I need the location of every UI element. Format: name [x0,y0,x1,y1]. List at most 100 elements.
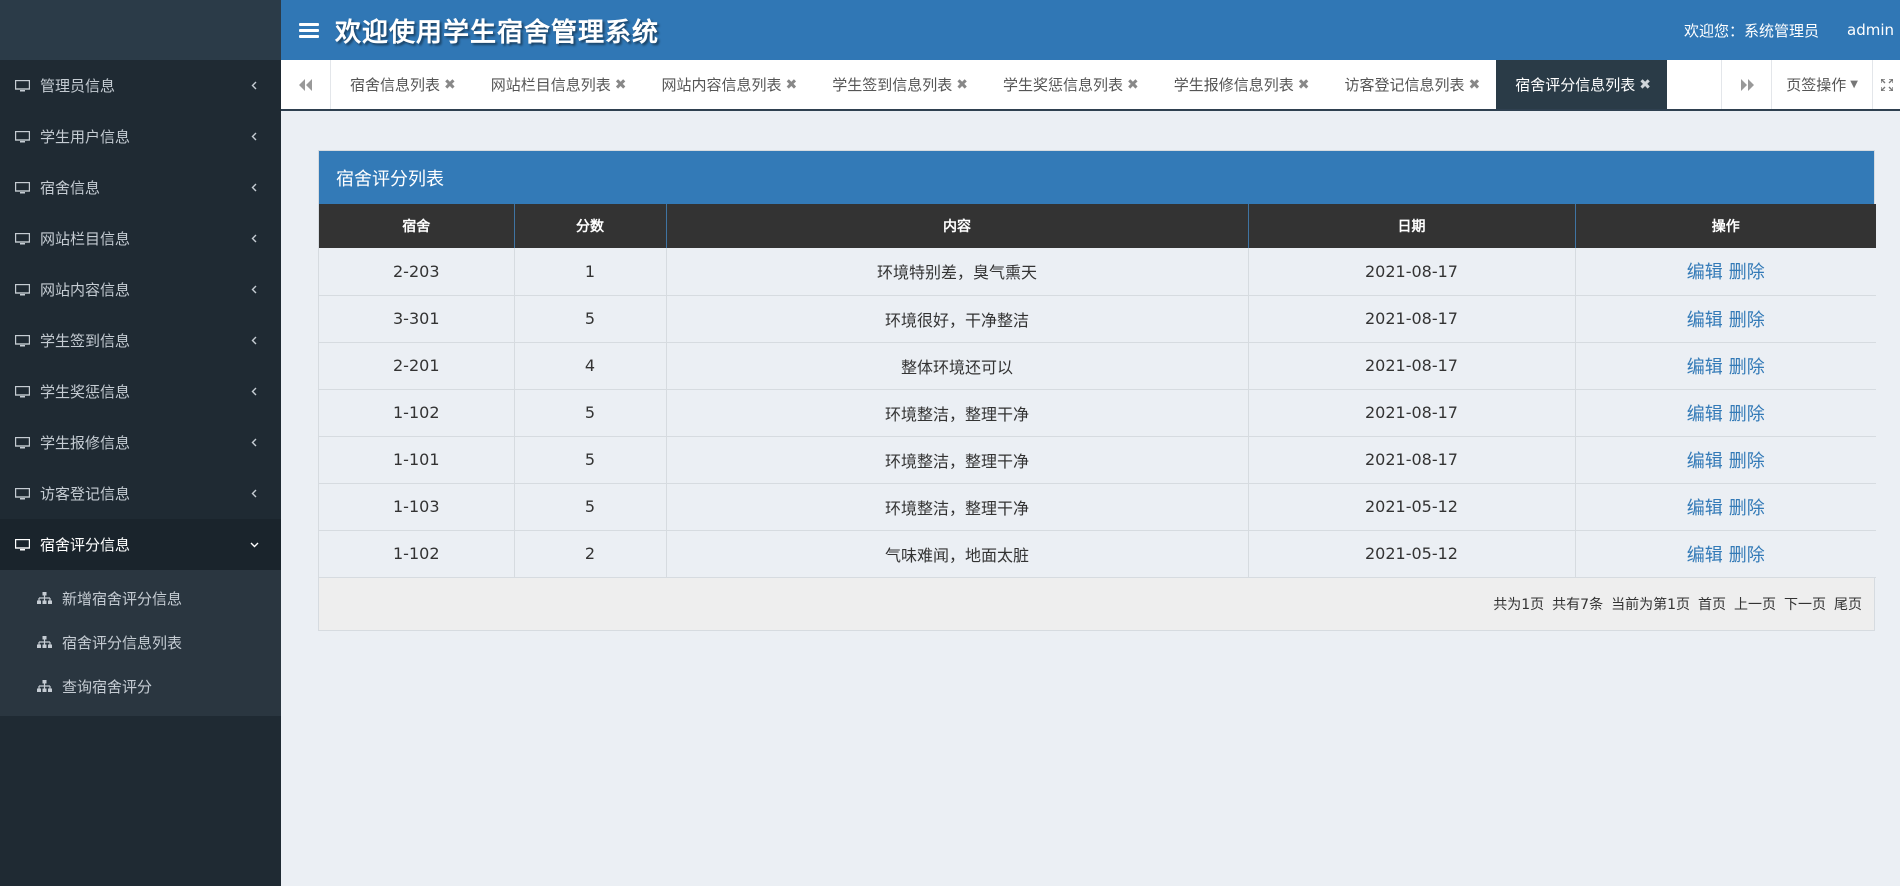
edit-link[interactable]: 编辑 [1687,357,1723,378]
tab-label: 访客登记信息列表 [1344,76,1465,94]
table-row: 1-103 5 环境整洁，整理干净 2021-05-12 编辑 删除 [319,483,1876,531]
close-icon[interactable]: ✖ [1127,77,1139,93]
cell-content: 气味难闻，地面太脏 [666,530,1249,578]
tab-student-repair-list[interactable]: 学生报修信息列表 ✖ [1155,60,1326,109]
sidebar-item-label: 学生报修信息 [40,434,131,452]
desktop-icon [15,79,32,92]
column-header-actions: 操作 [1575,204,1876,248]
cell-date: 2021-05-12 [1248,483,1576,531]
pagination-bar: 共为1页 共有7条 当前为第1页 首页 上一页 下一页 尾页 [319,577,1874,630]
desktop-icon [15,538,32,551]
user-menu[interactable]: admin [1847,21,1894,39]
tab-visitor-list[interactable]: 访客登记信息列表 ✖ [1326,60,1497,109]
tab-scroll-left-button[interactable] [281,60,331,109]
sidebar-item-admin-info[interactable]: 管理员信息 [0,60,281,111]
pager-next-link[interactable]: 下一页 [1784,594,1826,614]
pager-prev-link[interactable]: 上一页 [1734,594,1776,614]
close-icon[interactable]: ✖ [615,77,627,93]
sidebar-subitem-label: 查询宿舍评分 [62,677,153,696]
cell-actions: 编辑 删除 [1575,248,1876,296]
close-icon[interactable]: ✖ [444,77,456,93]
edit-link[interactable]: 编辑 [1687,404,1723,425]
sidebar-item-site-column-info[interactable]: 网站栏目信息 [0,213,281,264]
cell-score: 1 [514,248,667,296]
sidebar-item-student-reward-info[interactable]: 学生奖惩信息 [0,366,281,417]
sidebar-subitem-add-dorm-score[interactable]: 新增宿舍评分信息 [0,576,281,620]
table-row: 3-301 5 环境很好，干净整洁 2021-08-17 编辑 删除 [319,295,1876,343]
sidebar-item-visitor-info[interactable]: 访客登记信息 [0,468,281,519]
column-header-dorm: 宿舍 [319,204,515,248]
desktop-icon [15,436,32,449]
cell-score: 5 [514,295,667,343]
tab-label: 宿舍评分信息列表 [1515,76,1636,94]
close-icon[interactable]: ✖ [1639,77,1651,93]
close-icon[interactable]: ✖ [786,77,798,93]
tab-label: 学生奖惩信息列表 [1003,76,1124,94]
sidebar-item-site-content-info[interactable]: 网站内容信息 [0,264,281,315]
edit-link[interactable]: 编辑 [1687,498,1723,519]
chevron-left-icon [249,489,259,499]
tab-scroll-right-button[interactable] [1721,60,1771,109]
fullscreen-button[interactable] [1872,60,1900,109]
cell-date: 2021-08-17 [1248,248,1576,296]
tab-label: 网站内容信息列表 [661,76,782,94]
edit-link[interactable]: 编辑 [1687,451,1723,472]
sidebar: 管理员信息 学生用户信息 宿舍信息 网站栏目信息 网站内容信息 学生签到信息 学… [0,0,281,886]
sidebar-subitem-dorm-score-list[interactable]: 宿舍评分信息列表 [0,620,281,664]
tab-dorm-info-list[interactable]: 宿舍信息列表 ✖ [331,60,472,109]
pager-first-link[interactable]: 首页 [1698,594,1726,614]
cell-actions: 编辑 删除 [1575,342,1876,390]
tab-dorm-score-list[interactable]: 宿舍评分信息列表 ✖ [1496,60,1667,109]
close-icon[interactable]: ✖ [956,77,968,93]
sidebar-item-label: 学生奖惩信息 [40,383,131,401]
tab-operations-label: 页签操作 [1786,76,1847,94]
delete-link[interactable]: 删除 [1729,545,1765,566]
hamburger-menu-icon[interactable] [299,20,319,41]
cell-date: 2021-08-17 [1248,342,1576,390]
sidebar-item-student-users[interactable]: 学生用户信息 [0,111,281,162]
delete-link[interactable]: 删除 [1729,404,1765,425]
desktop-icon [15,385,32,398]
pager-current-page: 当前为第1页 [1611,596,1690,613]
tab-label: 宿舍信息列表 [350,76,441,94]
edit-link[interactable]: 编辑 [1687,262,1723,283]
cell-actions: 编辑 删除 [1575,436,1876,484]
dorm-score-panel: 宿舍评分列表 宿舍 分数 内容 日期 操作 2-203 1 环境特别差，臭气熏天… [318,150,1876,631]
edit-link[interactable]: 编辑 [1687,310,1723,331]
chevron-left-icon [249,81,259,91]
sidebar-item-label: 网站栏目信息 [40,230,131,248]
sidebar-subitem-query-dorm-score[interactable]: 查询宿舍评分 [0,664,281,708]
close-icon[interactable]: ✖ [1298,77,1310,93]
tab-student-checkin-list[interactable]: 学生签到信息列表 ✖ [813,60,984,109]
pager-total-count: 共有7条 [1552,596,1604,613]
tab-student-reward-list[interactable]: 学生奖惩信息列表 ✖ [984,60,1155,109]
tab-operations-dropdown[interactable]: 页签操作 ▼ [1771,60,1872,109]
delete-link[interactable]: 删除 [1729,262,1765,283]
sidebar-item-dorm-info[interactable]: 宿舍信息 [0,162,281,213]
delete-link[interactable]: 删除 [1729,310,1765,331]
delete-link[interactable]: 删除 [1729,451,1765,472]
chevron-left-icon [249,438,259,448]
pager-total-pages: 共为1页 [1493,596,1545,613]
close-icon[interactable]: ✖ [1469,77,1481,93]
tab-bar: 宿舍信息列表 ✖ 网站栏目信息列表 ✖ 网站内容信息列表 ✖ 学生签到信息列表 ✖ 学生… [281,60,1900,111]
column-header-date: 日期 [1248,204,1576,248]
tab-site-column-list[interactable]: 网站栏目信息列表 ✖ [472,60,643,109]
column-header-content: 内容 [666,204,1249,248]
cell-dorm: 1-102 [319,389,515,437]
tab-site-content-list[interactable]: 网站内容信息列表 ✖ [643,60,814,109]
sidebar-item-student-repair-info[interactable]: 学生报修信息 [0,417,281,468]
delete-link[interactable]: 删除 [1729,357,1765,378]
delete-link[interactable]: 删除 [1729,498,1765,519]
cell-dorm: 3-301 [319,295,515,343]
edit-link[interactable]: 编辑 [1687,545,1723,566]
sidebar-item-dorm-score-info[interactable]: 宿舍评分信息 [0,519,281,570]
cell-score: 2 [514,530,667,578]
cell-actions: 编辑 删除 [1575,530,1876,578]
pager-last-link[interactable]: 尾页 [1834,594,1862,614]
table-row: 1-102 5 环境整洁，整理干净 2021-08-17 编辑 删除 [319,389,1876,437]
cell-content: 环境整洁，整理干净 [666,389,1249,437]
sidebar-item-student-checkin-info[interactable]: 学生签到信息 [0,315,281,366]
cell-dorm: 1-101 [319,436,515,484]
sidebar-item-label: 宿舍评分信息 [40,536,131,554]
